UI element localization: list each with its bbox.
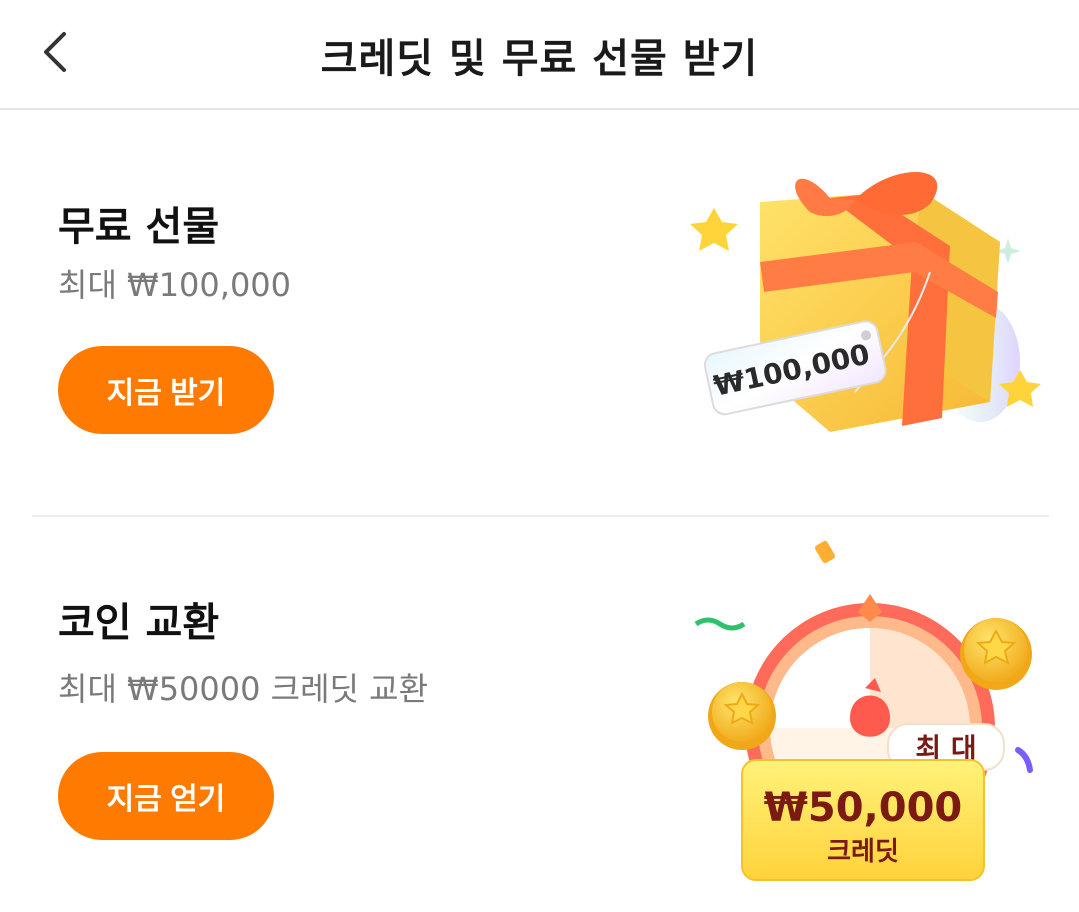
coin-exchange-card: 코인 교환 최대 ₩50000 크레딧 교환 지금 얻기 최 대 ₩50,000…: [0, 518, 1079, 912]
gift-box-icon: ₩100,000: [690, 171, 1041, 432]
free-gift-card: 무료 선물 최대 ₩100,000 지금 받기 ₩100,000: [0, 112, 1079, 516]
coin-icon: [960, 618, 1032, 690]
card-subtitle: 최대 ₩100,000: [58, 266, 292, 304]
star-icon: [690, 208, 738, 251]
earn-now-button[interactable]: 지금 얻기: [58, 752, 274, 840]
section-divider: [32, 515, 1049, 517]
page-title: 크레딧 및 무료 선물 받기: [320, 36, 759, 82]
coin-wheel-icon: 최 대 ₩50,000 크레딧: [694, 540, 1033, 881]
card-title: 무료 선물: [58, 204, 220, 250]
badge-unit-text: 크레딧: [827, 837, 899, 867]
get-now-button[interactable]: 지금 받기: [58, 346, 274, 434]
coin-icon: [708, 682, 776, 750]
top-bar: 크레딧 및 무료 선물 받기: [0, 0, 1079, 110]
card-subtitle: 최대 ₩50000 크레딧 교환: [58, 670, 429, 708]
card-title: 코인 교환: [58, 600, 220, 646]
badge-amount-text: ₩50,000: [764, 785, 962, 831]
